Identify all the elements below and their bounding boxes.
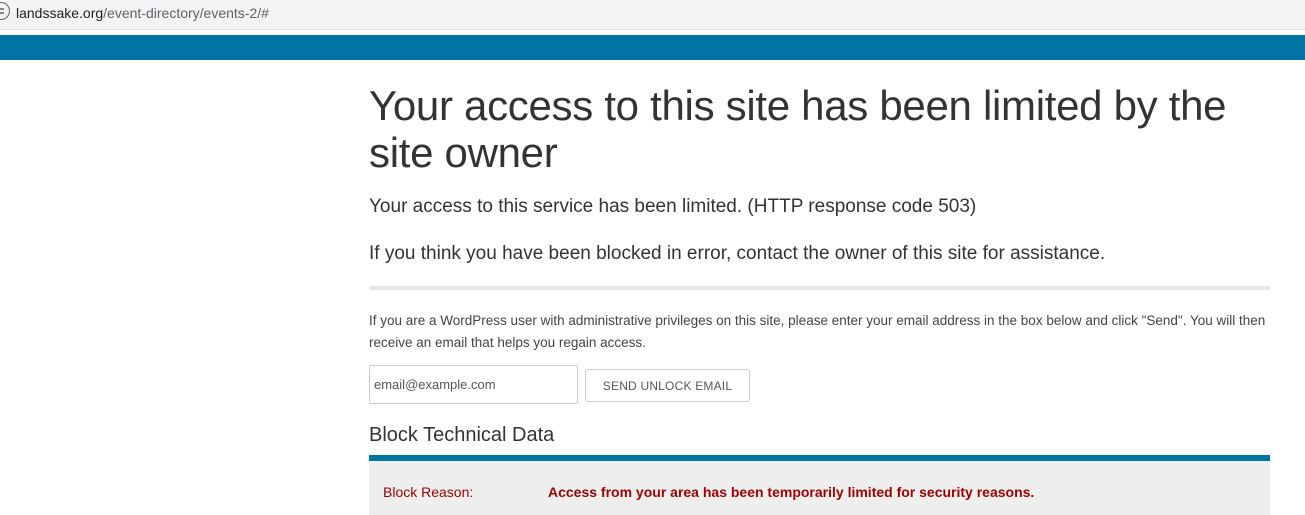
send-unlock-email-button[interactable]: SEND UNLOCK EMAIL (585, 369, 750, 402)
site-info-icon[interactable] (0, 2, 10, 20)
url-path: /event-directory/events-2/# (103, 5, 269, 21)
contact-owner-message: If you think you have been blocked in er… (369, 243, 1106, 264)
admin-unlock-instructions: If you are a WordPress user with adminis… (369, 313, 1266, 350)
browser-address-bar[interactable]: landssake.org/event-directory/events-2/# (0, 0, 1305, 30)
block-reason-label: Block Reason: (383, 484, 474, 500)
divider (369, 286, 1270, 290)
block-reason-value: Access from your area has been temporari… (548, 484, 1035, 500)
email-input[interactable] (369, 365, 578, 404)
url-domain: landssake.org (16, 5, 104, 21)
block-technical-data-heading: Block Technical Data (369, 424, 555, 446)
technical-data-table: Block Reason: Access from your area has … (369, 455, 1270, 515)
access-limited-message: Your access to this service has been lim… (369, 196, 977, 217)
site-header-bar (0, 35, 1305, 60)
page-title: Your access to this site has been limite… (369, 82, 1227, 176)
url-text[interactable]: landssake.org/event-directory/events-2/# (16, 5, 269, 21)
